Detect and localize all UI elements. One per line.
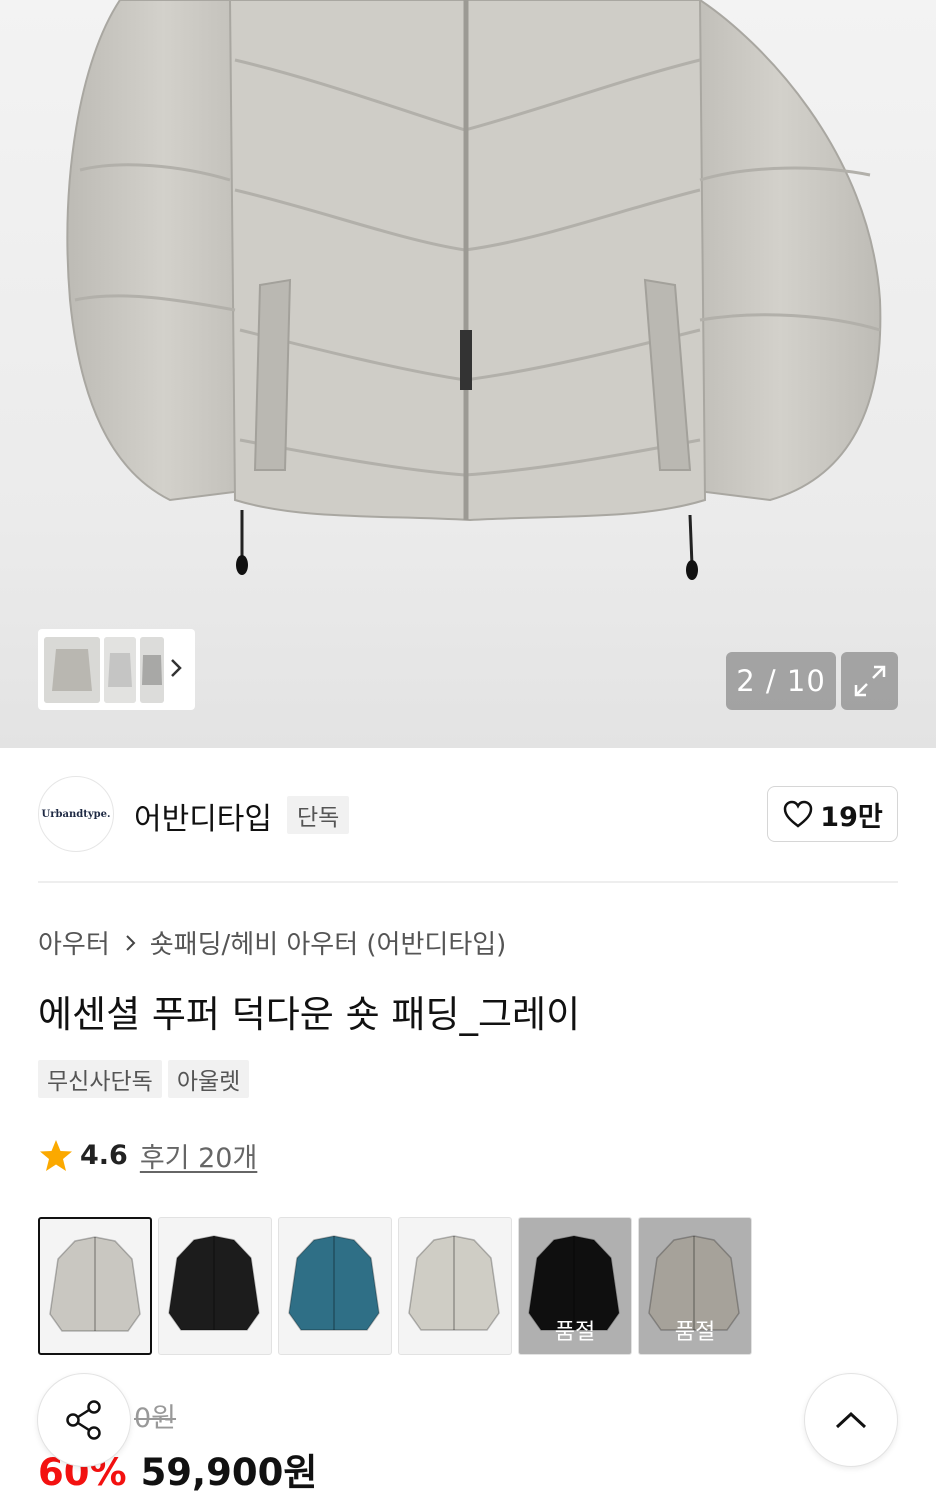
breadcrumb-subcategory[interactable]: 숏패딩/헤비 아우터 (어반디타입) — [150, 924, 507, 961]
brand-logo[interactable]: Urbandtype. — [38, 776, 114, 852]
color-option[interactable] — [398, 1217, 512, 1355]
product-image-gallery[interactable]: 2 / 10 — [0, 0, 936, 748]
star-icon — [40, 1139, 72, 1171]
share-button[interactable] — [37, 1373, 131, 1467]
rating: 4.6 후기 20개 — [38, 1136, 257, 1175]
option-jacket-thumbnail — [408, 1235, 500, 1331]
color-option[interactable] — [278, 1217, 392, 1355]
gallery-thumbnail[interactable] — [140, 636, 164, 703]
chevron-up-icon — [835, 1411, 867, 1429]
divider — [38, 881, 898, 883]
original-price: 0원 — [134, 1403, 177, 1434]
color-option[interactable]: 품절 — [638, 1217, 752, 1355]
soldout-label: 품절 — [554, 1320, 596, 1345]
image-counter: 2 / 10 — [726, 652, 836, 710]
expand-button[interactable] — [841, 652, 898, 710]
sale-price: 59,900원 — [140, 1451, 318, 1494]
breadcrumb-category[interactable]: 아우터 — [38, 924, 110, 961]
color-options: 품절 품절 — [38, 1217, 752, 1355]
soldout-label: 품절 — [674, 1320, 716, 1345]
like-count: 19만 — [820, 801, 883, 833]
brand-name[interactable]: 어반디타입 — [134, 794, 272, 838]
option-jacket-thumbnail — [288, 1235, 380, 1331]
option-jacket-thumbnail — [168, 1235, 260, 1331]
product-tags: 무신사단독 아울렛 — [38, 1060, 250, 1098]
option-jacket-thumbnail — [49, 1236, 141, 1332]
product-title: 에센셜 푸퍼 덕다운 숏 패딩_그레이 — [38, 993, 581, 1036]
gallery-thumbnail[interactable] — [104, 636, 136, 703]
brand-row: Urbandtype. 어반디타입 단독 19만 — [38, 776, 898, 854]
chevron-right-icon — [126, 934, 136, 951]
like-button[interactable]: 19만 — [767, 786, 898, 842]
chevron-right-icon[interactable] — [169, 657, 183, 679]
gallery-thumbnail[interactable] — [44, 636, 100, 703]
color-option[interactable] — [158, 1217, 272, 1355]
share-icon — [66, 1400, 101, 1440]
color-option[interactable]: 품절 — [518, 1217, 632, 1355]
exclusive-badge: 단독 — [287, 796, 350, 834]
expand-icon — [854, 665, 885, 697]
color-option[interactable] — [38, 1217, 152, 1355]
tag-outlet: 아울렛 — [167, 1060, 250, 1098]
reviews-link[interactable]: 후기 20개 — [140, 1136, 257, 1175]
breadcrumb: 아우터 숏패딩/헤비 아우터 (어반디타입) — [38, 924, 506, 961]
tag-exclusive: 무신사단독 — [38, 1060, 162, 1098]
rating-score: 4.6 — [80, 1140, 128, 1171]
thumbnail-strip[interactable] — [38, 629, 195, 710]
heart-icon — [784, 800, 813, 828]
scroll-top-button[interactable] — [804, 1373, 898, 1467]
